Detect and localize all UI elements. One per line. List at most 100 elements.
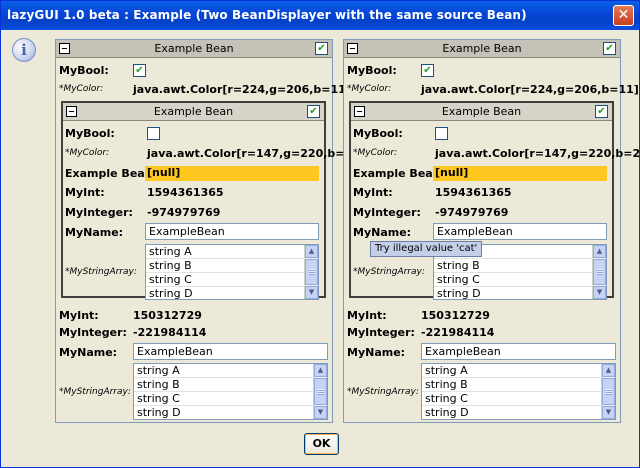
right-inner-bean-title: Example Bean	[441, 105, 522, 118]
scroll-up-icon[interactable]: ▲	[314, 364, 327, 377]
left-inner-bean-title: Example Bean	[153, 105, 234, 118]
inner-string-array-list[interactable]: string A string B string C string D ▲ ▼	[145, 244, 319, 300]
scroll-down-icon[interactable]: ▼	[602, 406, 615, 419]
list-item[interactable]: string B	[146, 259, 304, 273]
myinteger-value: -221984114	[421, 326, 495, 339]
list-item[interactable]: string A	[422, 364, 601, 378]
left-bean-header: Example Bean ✔	[56, 40, 332, 58]
right-bean-enable-checkbox[interactable]: ✔	[603, 42, 616, 55]
vertical-scrollbar[interactable]: ▲ ▼	[592, 245, 606, 299]
inner-mystringarray-label: *MyStringArray:	[353, 267, 425, 277]
inner-example-bean-null[interactable]: [null]	[433, 166, 607, 181]
inner-mycolor-value[interactable]: java.awt.Color[r=147,g=220,b=201]	[147, 147, 373, 160]
left-bean-title: Example Bean	[154, 42, 234, 55]
inner-myinteger-value: -974979769	[435, 206, 509, 219]
list-item[interactable]: string D	[146, 287, 304, 299]
myinteger-label: MyInteger:	[347, 326, 415, 339]
close-button[interactable]: ✕	[613, 5, 634, 26]
myint-value: 150312729	[421, 309, 490, 322]
myname-field[interactable]: ExampleBean	[133, 343, 328, 360]
inner-mycolor-value[interactable]: java.awt.Color[r=147,g=220,b=201]	[435, 147, 640, 160]
scroll-thumb[interactable]	[602, 378, 615, 405]
mybool-checkbox[interactable]: ✔	[133, 64, 146, 77]
inner-mycolor-label: *MyColor:	[353, 148, 398, 158]
left-inner-bean-header: Example Bean ✔	[63, 103, 324, 121]
inner-myname-label: MyName:	[353, 226, 412, 239]
scroll-up-icon[interactable]: ▲	[305, 245, 318, 258]
list-item[interactable]: string C	[146, 273, 304, 287]
inner-myint-label: MyInt:	[65, 186, 105, 199]
right-inner-bean-enable-checkbox[interactable]: ✔	[595, 105, 608, 118]
inner-mycolor-label: *MyColor:	[65, 148, 110, 158]
mycolor-value[interactable]: java.awt.Color[r=224,g=206,b=11]	[133, 83, 351, 96]
inner-myname-field[interactable]: ExampleBean	[145, 223, 319, 240]
inner-mybool-label: MyBool:	[65, 127, 115, 140]
scroll-down-icon[interactable]: ▼	[305, 286, 318, 299]
ok-button[interactable]: OK	[304, 433, 339, 455]
dialog-window: lazyGUI 1.0 beta : Example (Two BeanDisp…	[0, 0, 640, 468]
list-item[interactable]: string A	[146, 245, 304, 259]
inner-myinteger-label: MyInteger:	[65, 206, 133, 219]
inner-example-bean-null[interactable]: [null]	[145, 166, 319, 181]
list-item[interactable]: string A	[134, 364, 313, 378]
myname-label: MyName:	[59, 346, 118, 359]
mystringarray-label: *MyStringArray:	[59, 387, 131, 397]
string-array-list[interactable]: string A string B string C string D ▲ ▼	[421, 363, 616, 420]
inner-example-bean-label: Example Bean:	[353, 167, 445, 180]
list-item[interactable]: string B	[134, 378, 313, 392]
right-inner-bean-panel: Example Bean ✔ MyBool: *MyColor: java.aw…	[349, 101, 640, 300]
right-bean-panel: Example Bean ✔ MyBool: ✔ *MyColor: java.…	[343, 39, 640, 423]
list-item[interactable]: string B	[422, 378, 601, 392]
list-item[interactable]: string D	[422, 406, 601, 419]
vertical-scrollbar[interactable]: ▲ ▼	[601, 364, 615, 419]
inner-myname-field[interactable]: ExampleBean	[433, 223, 607, 240]
myinteger-value: -221984114	[133, 326, 207, 339]
list-item[interactable]: string C	[434, 273, 592, 287]
inner-mybool-checkbox[interactable]	[435, 127, 448, 140]
inner-myint-label: MyInt:	[353, 186, 393, 199]
mybool-checkbox[interactable]: ✔	[421, 64, 434, 77]
myint-label: MyInt:	[347, 309, 387, 322]
scroll-thumb[interactable]	[593, 259, 606, 285]
scroll-down-icon[interactable]: ▼	[593, 286, 606, 299]
tooltip: Try illegal value 'cat'	[370, 241, 483, 257]
inner-mybool-checkbox[interactable]	[147, 127, 160, 140]
myint-label: MyInt:	[59, 309, 99, 322]
mybool-label: MyBool:	[59, 64, 109, 77]
myint-value: 150312729	[133, 309, 202, 322]
inner-myint-value: 1594361365	[435, 186, 512, 199]
list-item[interactable]: string C	[422, 392, 601, 406]
mycolor-label: *MyColor:	[347, 84, 392, 94]
scroll-thumb[interactable]	[314, 378, 327, 405]
string-array-list[interactable]: string A string B string C string D ▲ ▼	[133, 363, 328, 420]
window-title: lazyGUI 1.0 beta : Example (Two BeanDisp…	[7, 8, 527, 22]
myinteger-label: MyInteger:	[59, 326, 127, 339]
inner-myint-value: 1594361365	[147, 186, 224, 199]
mybool-label: MyBool:	[347, 64, 397, 77]
left-bean-panel: Example Bean ✔ MyBool: ✔ *MyColor: java.…	[55, 39, 373, 423]
left-inner-bean-panel: Example Bean ✔ MyBool: *MyColor: java.aw…	[61, 101, 373, 300]
mycolor-label: *MyColor:	[59, 84, 104, 94]
scroll-up-icon[interactable]: ▲	[602, 364, 615, 377]
list-item[interactable]: string D	[134, 406, 313, 419]
inner-myname-label: MyName:	[65, 226, 124, 239]
scroll-thumb[interactable]	[305, 259, 318, 285]
close-icon: ✕	[617, 7, 630, 23]
scroll-down-icon[interactable]: ▼	[314, 406, 327, 419]
list-item[interactable]: string D	[434, 287, 592, 299]
list-item[interactable]: string B	[434, 259, 592, 273]
mycolor-value[interactable]: java.awt.Color[r=224,g=206,b=11]	[421, 83, 639, 96]
title-bar[interactable]: lazyGUI 1.0 beta : Example (Two BeanDisp…	[1, 1, 639, 30]
left-bean-enable-checkbox[interactable]: ✔	[315, 42, 328, 55]
myname-label: MyName:	[347, 346, 406, 359]
inner-mybool-label: MyBool:	[353, 127, 403, 140]
list-item[interactable]: string C	[134, 392, 313, 406]
inner-myinteger-value: -974979769	[147, 206, 221, 219]
vertical-scrollbar[interactable]: ▲ ▼	[313, 364, 327, 419]
vertical-scrollbar[interactable]: ▲ ▼	[304, 245, 318, 299]
scroll-up-icon[interactable]: ▲	[593, 245, 606, 258]
right-inner-bean-header: Example Bean ✔	[351, 103, 612, 121]
inner-myinteger-label: MyInteger:	[353, 206, 421, 219]
myname-field[interactable]: ExampleBean	[421, 343, 616, 360]
left-inner-bean-enable-checkbox[interactable]: ✔	[307, 105, 320, 118]
